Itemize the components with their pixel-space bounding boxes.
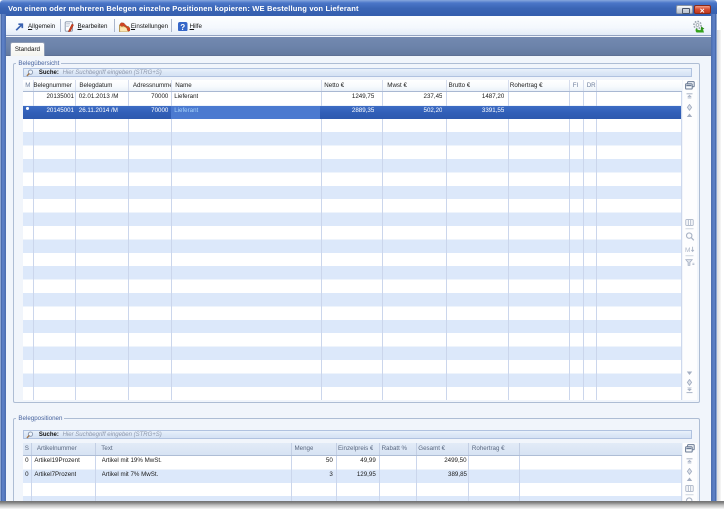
- svg-text:M: M: [685, 247, 690, 253]
- svg-text:?: ?: [181, 22, 186, 31]
